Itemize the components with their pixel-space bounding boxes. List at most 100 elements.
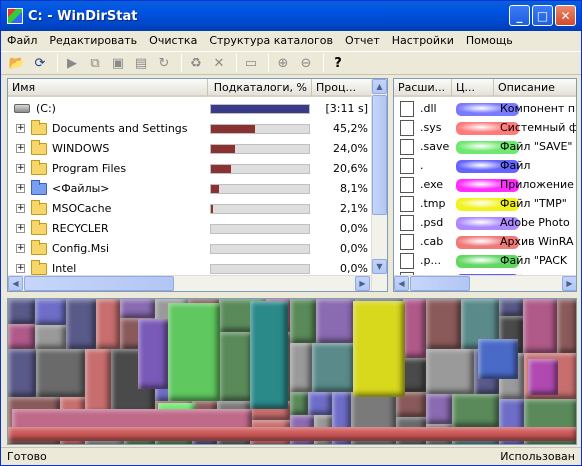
subdir-percent-bar [210, 244, 310, 254]
treemap-tile [499, 299, 523, 316]
subdir-percent-bar [210, 144, 310, 154]
scroll-left-arrow[interactable]: ◀ [8, 276, 23, 291]
expand-icon[interactable]: + [16, 204, 25, 213]
open-folder-icon[interactable]: 📂 [7, 53, 27, 73]
scroll-thumb[interactable] [372, 95, 387, 215]
copy-icon[interactable]: ⧉ [85, 53, 105, 73]
scroll-thumb[interactable] [410, 276, 470, 291]
extension-row[interactable]: .psd Adobe Photo [394, 213, 576, 233]
column-header-subdirs[interactable]: Подкаталоги, % [208, 79, 312, 97]
scroll-right-arrow[interactable]: ▶ [562, 276, 576, 291]
tree-row[interactable]: (C:) [3:11 s] [8, 99, 372, 119]
expand-icon[interactable]: + [16, 184, 25, 193]
tree-item-name: Config.Msi [52, 242, 110, 255]
subdir-percent-fill [211, 185, 219, 193]
treemap-tile [85, 349, 111, 415]
treemap-tile [523, 299, 557, 353]
scroll-up-arrow[interactable]: ▲ [372, 79, 387, 94]
treemap-tile [557, 299, 576, 353]
extension-row[interactable]: .exe Приложение [394, 175, 576, 195]
tree-row[interactable]: + Program Files 20,6% [8, 159, 372, 179]
folder-icon [31, 140, 47, 155]
title-bar[interactable]: C: - WinDirStat _ □ ✕ [1, 1, 581, 31]
extension-row[interactable]: .save Файл "SAVE" [394, 137, 576, 157]
extension-name: .tmp [420, 197, 446, 210]
treemap-tile [316, 299, 355, 343]
scroll-down-arrow[interactable]: ▼ [372, 259, 387, 274]
menu-treemap[interactable]: Структура каталогов [203, 31, 339, 50]
extension-name: .p... [420, 254, 441, 267]
extension-list-pane: Расши... Ц... Описание .dll Компонент п .s… [393, 78, 577, 292]
file-type-icon [400, 215, 414, 231]
help-icon[interactable]: ? [328, 53, 348, 73]
extension-row[interactable]: .cab Архив WinRA [394, 232, 576, 252]
scroll-thumb[interactable] [24, 276, 174, 291]
expand-icon[interactable]: + [16, 164, 25, 173]
tree-row[interactable]: + <Файлы> 8,1% [8, 179, 372, 199]
treemap-tile [403, 299, 426, 358]
maximize-button[interactable]: □ [532, 5, 553, 26]
tree-row[interactable]: + Documents and Settings 45,2% [8, 119, 372, 139]
tree-row[interactable]: + MSOCache 2,1% [8, 199, 372, 219]
extension-row[interactable]: .tmp Файл "TMP" [394, 194, 576, 214]
file-type-icon [400, 196, 414, 212]
menu-help[interactable]: Помощь [460, 31, 519, 50]
menu-cleanup[interactable]: Очистка [143, 31, 203, 50]
expand-icon[interactable]: + [16, 124, 25, 133]
tree-row[interactable]: + Config.Msi 0,0% [8, 239, 372, 259]
treemap-tile [308, 392, 332, 415]
folder-icon [31, 240, 47, 255]
tree-row[interactable]: + WINDOWS 24,0% [8, 139, 372, 159]
menu-file[interactable]: Файл [1, 31, 43, 50]
close-button[interactable]: ✕ [555, 5, 576, 26]
treemap-tile [96, 299, 120, 349]
expand-icon[interactable]: + [16, 144, 25, 153]
scroll-left-arrow[interactable]: ◀ [394, 276, 409, 291]
expand-icon[interactable]: + [16, 224, 25, 233]
new-folder-icon[interactable]: ▭ [241, 53, 261, 73]
folder-icon [31, 120, 47, 135]
refresh-icon[interactable]: ⟳ [30, 53, 50, 73]
scroll-right-arrow[interactable]: ▶ [355, 276, 370, 291]
column-header-name[interactable]: Имя [8, 79, 208, 97]
column-header-extension[interactable]: Расши... [394, 79, 452, 97]
extension-description: Adobe Photo [500, 216, 570, 229]
extension-horizontal-scrollbar[interactable]: ◀ ▶ [394, 275, 576, 291]
extension-row[interactable]: .p... Файл "PACK [394, 251, 576, 271]
folder-icon [31, 260, 47, 275]
subdir-percent-fill [211, 165, 232, 173]
cmd-icon[interactable]: ▤ [131, 53, 151, 73]
explorer-icon[interactable]: ▣ [108, 53, 128, 73]
column-header-description[interactable]: Описание [494, 79, 576, 97]
extension-list: .dll Компонент п .sys Системный ф .save Файл … [394, 99, 576, 277]
menu-bar: Файл Редактировать Очистка Структура кат… [1, 31, 581, 50]
tree-horizontal-scrollbar[interactable]: ◀ ▶ [8, 275, 371, 291]
treemap-view[interactable] [7, 298, 577, 445]
treemap-tile [426, 394, 452, 424]
subdir-percent-bar [210, 104, 310, 114]
column-header-color[interactable]: Ц... [452, 79, 494, 97]
tree-item-percent: 8,1% [340, 182, 368, 195]
delete-to-bin-icon[interactable]: ♻ [186, 53, 206, 73]
refresh-selected-icon[interactable]: ↻ [154, 53, 174, 73]
extension-name: . [420, 159, 424, 172]
menu-edit[interactable]: Редактировать [43, 31, 143, 50]
treemap-tile [120, 299, 155, 318]
expand-icon[interactable]: + [16, 244, 25, 253]
menu-options[interactable]: Настройки [386, 31, 460, 50]
tree-row[interactable]: + RECYCLER 0,0% [8, 219, 372, 239]
tree-vertical-scrollbar[interactable]: ▲ ▼ [371, 79, 387, 291]
expand-icon[interactable]: + [16, 264, 25, 273]
treemap-tile [426, 299, 461, 349]
extension-row[interactable]: . Файл [394, 156, 576, 176]
minimize-button[interactable]: _ [509, 5, 530, 26]
zoom-out-icon[interactable]: ⊖ [296, 53, 316, 73]
play-icon[interactable]: ▶ [62, 53, 82, 73]
subdir-percent-bar [210, 204, 310, 214]
column-header-percent[interactable]: Проц... [312, 79, 372, 97]
delete-icon[interactable]: ✕ [209, 53, 229, 73]
extension-row[interactable]: .sys Системный ф [394, 118, 576, 138]
menu-report[interactable]: Отчет [339, 31, 386, 50]
extension-row[interactable]: .dll Компонент п [394, 99, 576, 119]
zoom-in-icon[interactable]: ⊕ [273, 53, 293, 73]
